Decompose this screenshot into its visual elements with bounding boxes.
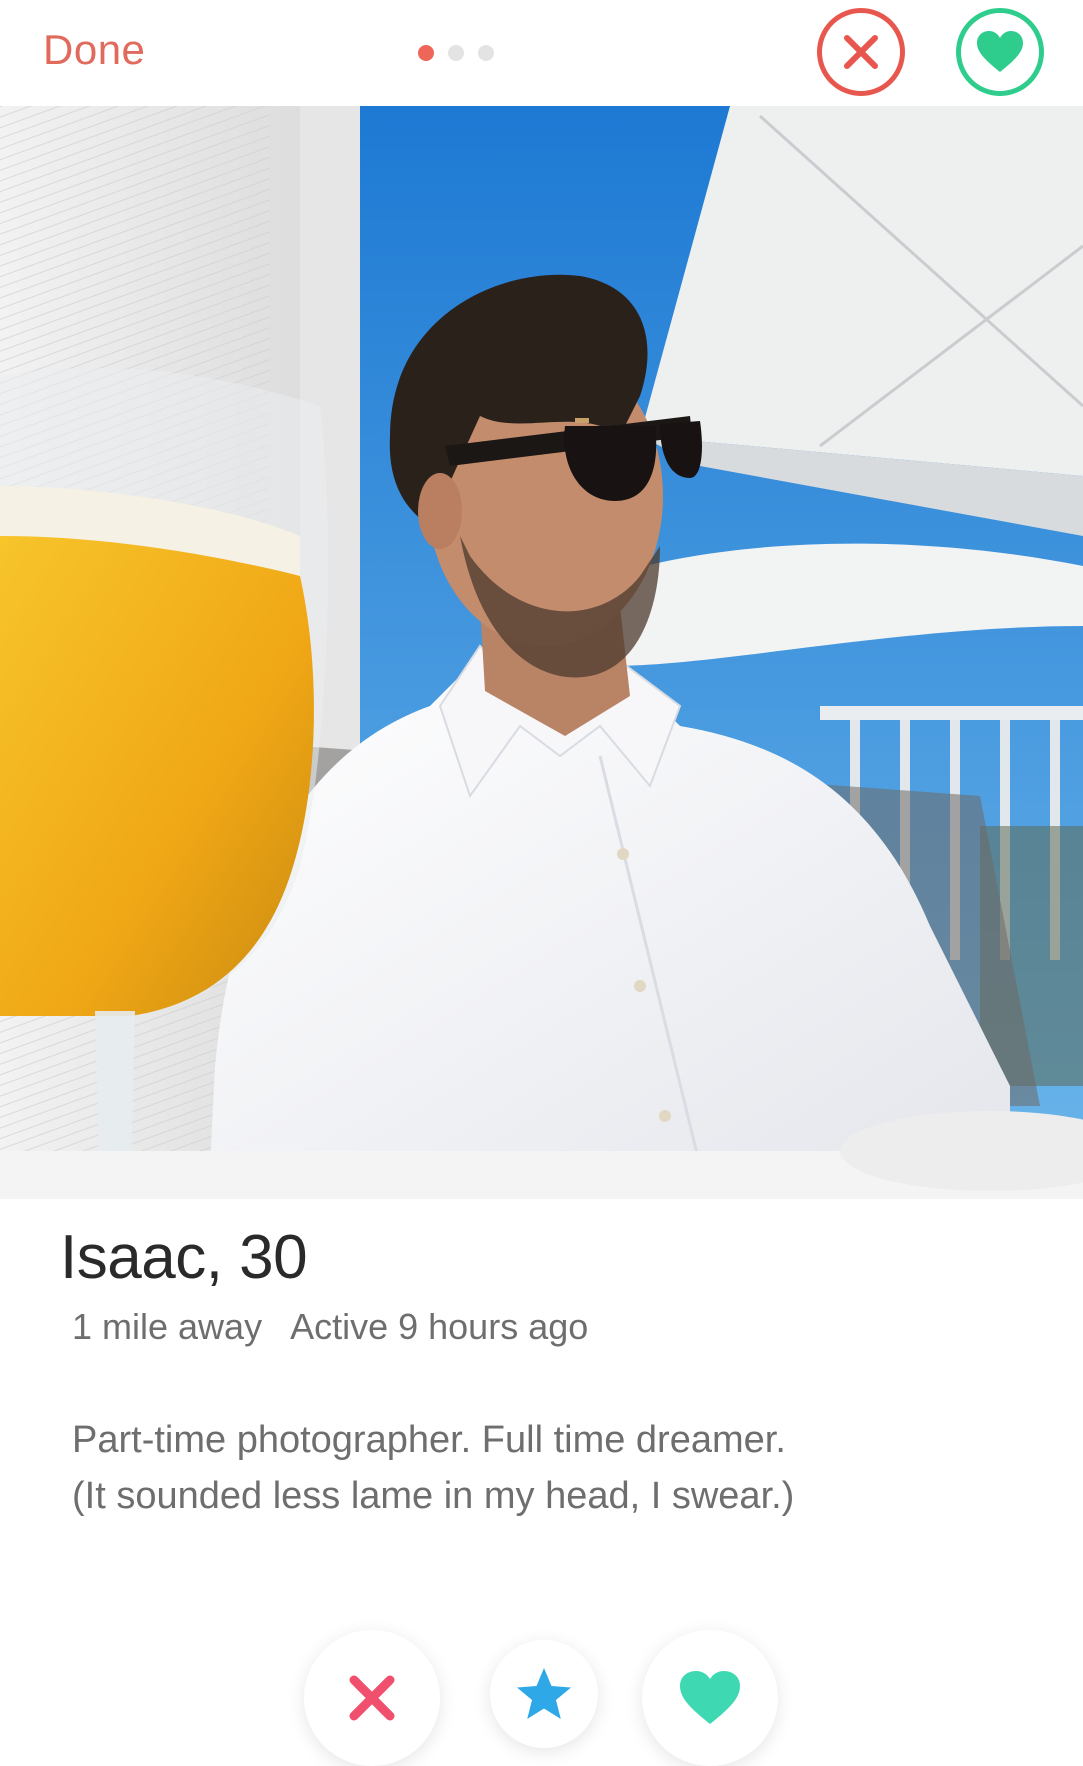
profile-photo-image	[0, 106, 1083, 1199]
photo-dot[interactable]	[478, 45, 494, 61]
close-icon	[844, 35, 878, 69]
nope-button[interactable]	[817, 8, 905, 96]
done-button[interactable]: Done	[43, 26, 145, 74]
heart-icon	[680, 1671, 740, 1724]
photo-dot[interactable]	[448, 45, 464, 61]
x-icon	[349, 1675, 395, 1721]
profile-photo[interactable]	[0, 106, 1083, 1199]
top-bar: Done	[0, 0, 1083, 106]
photo-dot-active[interactable]	[418, 45, 434, 61]
super-like-button[interactable]	[490, 1640, 598, 1748]
profile-meta: 1 mile away Active 9 hours ago	[72, 1306, 588, 1348]
bio-line: Part-time photographer. Full time dreame…	[72, 1419, 786, 1461]
nope-action-button[interactable]	[304, 1630, 440, 1766]
like-button[interactable]	[956, 8, 1044, 96]
profile-bio: Part-time photographer. Full time dreame…	[72, 1412, 1032, 1524]
last-active-text: Active 9 hours ago	[290, 1306, 589, 1347]
distance-text: 1 mile away	[72, 1306, 263, 1347]
like-action-button[interactable]	[642, 1630, 778, 1766]
heart-icon	[977, 31, 1023, 72]
photo-indicator	[418, 45, 494, 61]
star-icon	[517, 1668, 571, 1719]
bio-line: (It sounded less lame in my head, I swea…	[72, 1475, 795, 1517]
profile-name-age: Isaac, 30	[60, 1223, 308, 1292]
